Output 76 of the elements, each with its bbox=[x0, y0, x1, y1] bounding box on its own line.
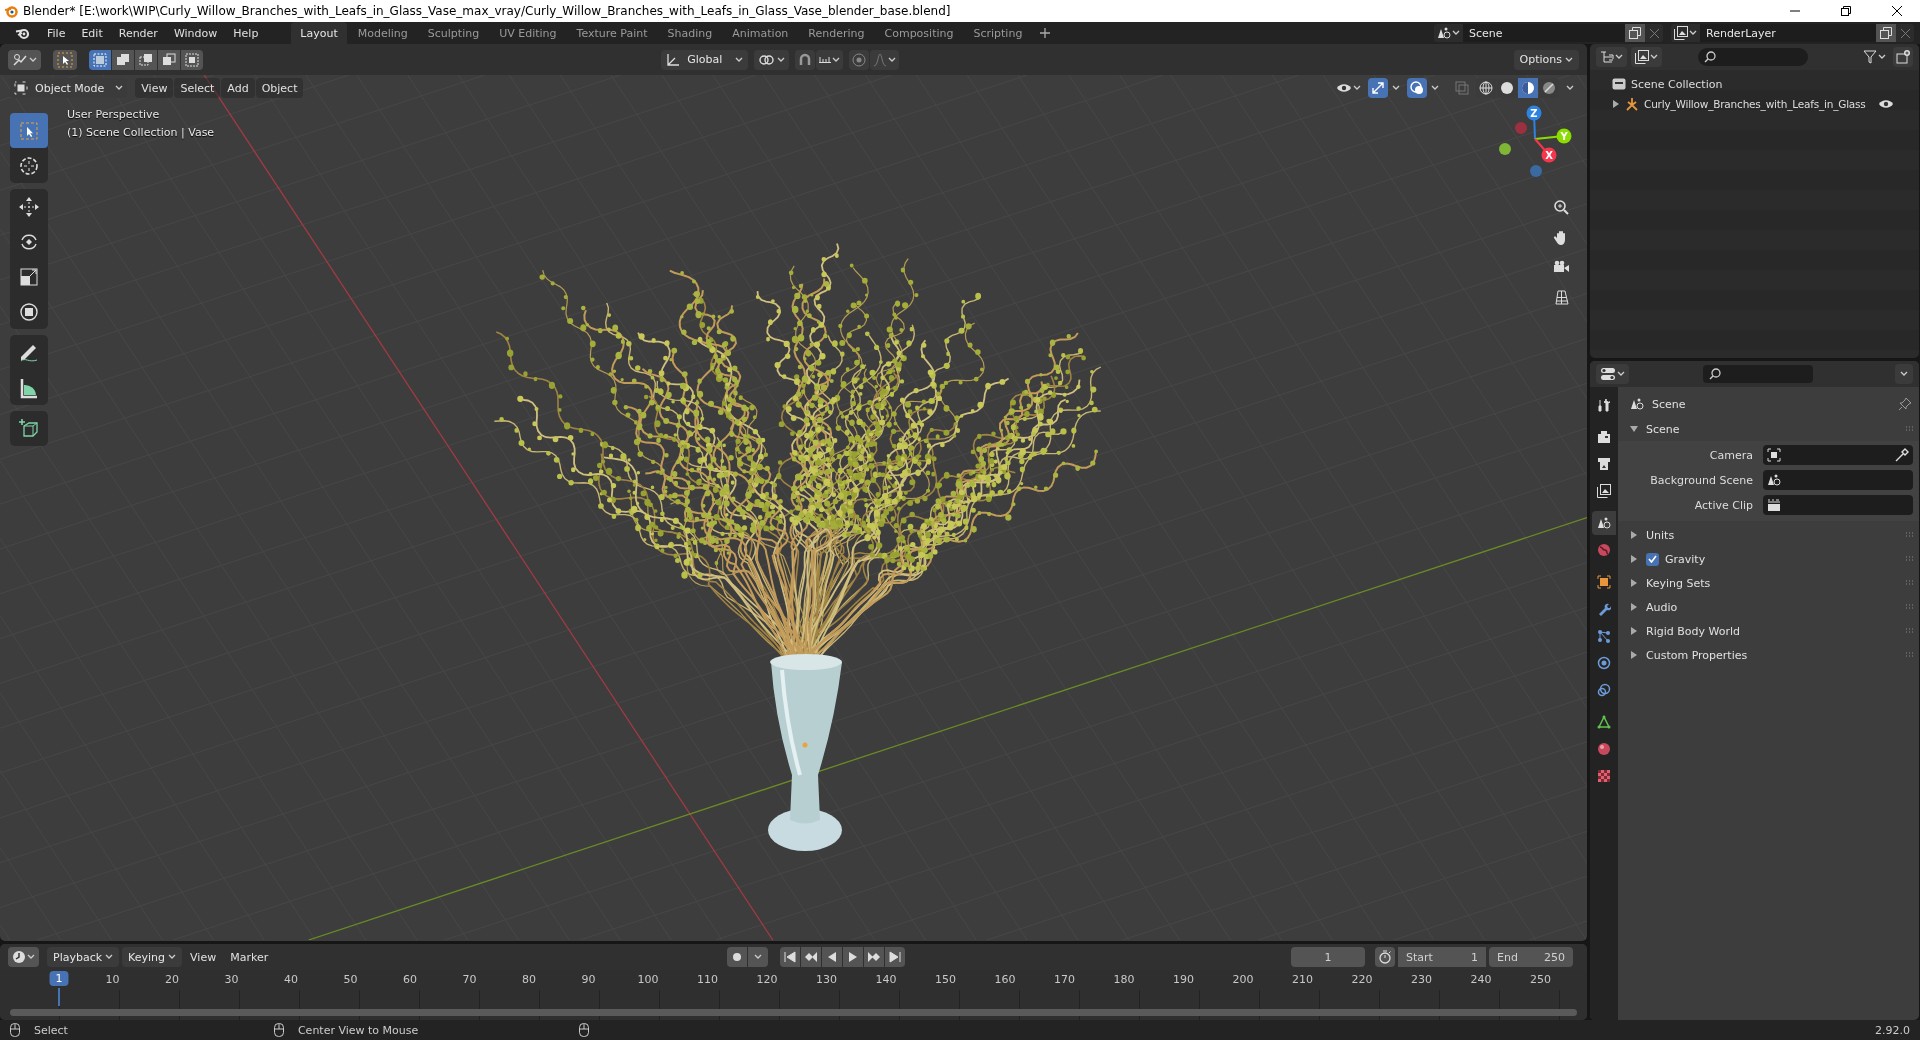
timeline-menu[interactable]: Marker bbox=[224, 947, 275, 967]
frame-number: 230 bbox=[1411, 973, 1432, 986]
viewport-menu[interactable]: View bbox=[135, 78, 174, 98]
field-label: Active Clip bbox=[1693, 498, 1754, 512]
workspace-tab[interactable]: Rendering bbox=[799, 22, 874, 44]
end-frame-field[interactable]: End 250 bbox=[1489, 947, 1573, 967]
viewport-info-text: (1) Scene Collection | Vase bbox=[67, 125, 215, 141]
panel-header[interactable]: Units bbox=[1646, 528, 1675, 542]
workspace-tab[interactable]: Compositing bbox=[875, 22, 963, 44]
panel-header[interactable]: Keying Sets bbox=[1646, 576, 1711, 590]
frame-number: 170 bbox=[1054, 973, 1075, 986]
frame-number: 70 bbox=[462, 973, 477, 986]
panel-header[interactable]: Custom Properties bbox=[1646, 648, 1748, 662]
frame-number: 20 bbox=[165, 973, 179, 986]
frame-number: 120 bbox=[756, 973, 778, 986]
panel-header[interactable]: Scene bbox=[1646, 422, 1680, 436]
navigation-gizmo[interactable]: Z Y X bbox=[1488, 97, 1578, 181]
frame-number: 190 bbox=[1173, 973, 1194, 986]
workspace-tab[interactable]: Modeling bbox=[348, 22, 417, 44]
frame-number: 110 bbox=[697, 973, 718, 986]
field-label: Camera bbox=[1708, 448, 1754, 462]
frame-number: 130 bbox=[816, 973, 837, 986]
frame-number: 60 bbox=[403, 973, 417, 986]
start-frame-field[interactable]: Start 1 bbox=[1398, 947, 1486, 967]
version-label: 2.92.0 bbox=[1875, 1023, 1910, 1037]
frame-number: 210 bbox=[1292, 973, 1313, 986]
status-hint: Center View to Mouse bbox=[297, 1023, 419, 1037]
frame-number: 150 bbox=[935, 973, 956, 986]
view-layer-name-field[interactable]: RenderLayer bbox=[1700, 24, 1876, 42]
workspace-tab[interactable]: Animation bbox=[723, 22, 798, 44]
frame-number: 220 bbox=[1351, 973, 1373, 986]
menu-item[interactable]: Help bbox=[226, 23, 266, 43]
frame-number: 80 bbox=[522, 973, 536, 986]
timeline-menu[interactable]: Keying bbox=[122, 947, 183, 967]
frame-number: 240 bbox=[1470, 973, 1492, 986]
current-frame-field[interactable]: 1 bbox=[1291, 947, 1365, 967]
field-label: Background Scene bbox=[1649, 473, 1754, 487]
frame-number: 90 bbox=[581, 973, 596, 986]
window-title: Blender* [E:\work\WIP\Curly_Willow_Branches_with_Leafs_in_Glass_Vase_max_vray/Curly_Willow_Branches_with_Leafs_in_Glass_Vase_blender_base.blend] bbox=[23, 4, 951, 18]
viewport-menu[interactable]: Add bbox=[221, 78, 255, 98]
frame-number: 10 bbox=[105, 973, 120, 986]
timeline-menu[interactable]: Playback bbox=[47, 947, 120, 967]
panel-header[interactable]: Gravity bbox=[1665, 552, 1706, 566]
panel-header[interactable]: Rigid Body World bbox=[1646, 624, 1740, 638]
frame-number: 100 bbox=[637, 973, 659, 986]
frame-number: 180 bbox=[1113, 973, 1135, 986]
viewport-menu[interactable]: Object bbox=[255, 78, 304, 98]
frame-number: 50 bbox=[343, 973, 358, 986]
scene-name-field[interactable]: Scene bbox=[1463, 24, 1625, 42]
frame-number: 160 bbox=[994, 973, 1016, 986]
playhead[interactable]: 1 bbox=[49, 971, 69, 986]
menu-item[interactable]: Render bbox=[111, 23, 165, 43]
menu-item[interactable]: File bbox=[40, 23, 73, 43]
options-dropdown[interactable]: Options bbox=[1513, 49, 1579, 70]
workspace-tab[interactable]: Layout bbox=[291, 22, 347, 44]
workspace-tab[interactable]: Shading bbox=[658, 22, 722, 44]
status-hint: Select bbox=[34, 1023, 68, 1037]
timeline-menu[interactable]: View bbox=[184, 947, 223, 967]
frame-number: 200 bbox=[1232, 973, 1254, 986]
panel-header[interactable]: Audio bbox=[1646, 600, 1678, 614]
workspace-tab[interactable]: Scripting bbox=[964, 22, 1032, 44]
transform-orientation-dropdown[interactable]: Global bbox=[661, 49, 749, 70]
workspace-tab[interactable]: Texture Paint bbox=[567, 22, 657, 44]
workspace-tab[interactable]: UV Editing bbox=[490, 22, 566, 44]
frame-number: 30 bbox=[224, 973, 239, 986]
menu-item[interactable]: Window bbox=[166, 23, 225, 43]
frame-number: 40 bbox=[284, 973, 298, 986]
viewport-info-text: User Perspective bbox=[67, 107, 161, 123]
context-label: Scene bbox=[1652, 397, 1686, 411]
viewport-menu[interactable]: Select bbox=[174, 78, 221, 98]
frame-number: 250 bbox=[1530, 973, 1551, 986]
outliner-item[interactable]: Scene Collection bbox=[1631, 77, 1723, 91]
workspace-tab[interactable]: Sculpting bbox=[418, 22, 489, 44]
outliner-item[interactable]: Curly_Willow_Branches_with_Leafs_in_Glass bbox=[1644, 98, 1866, 110]
menu-item[interactable]: Edit bbox=[74, 23, 110, 43]
frame-number: 140 bbox=[875, 973, 897, 986]
